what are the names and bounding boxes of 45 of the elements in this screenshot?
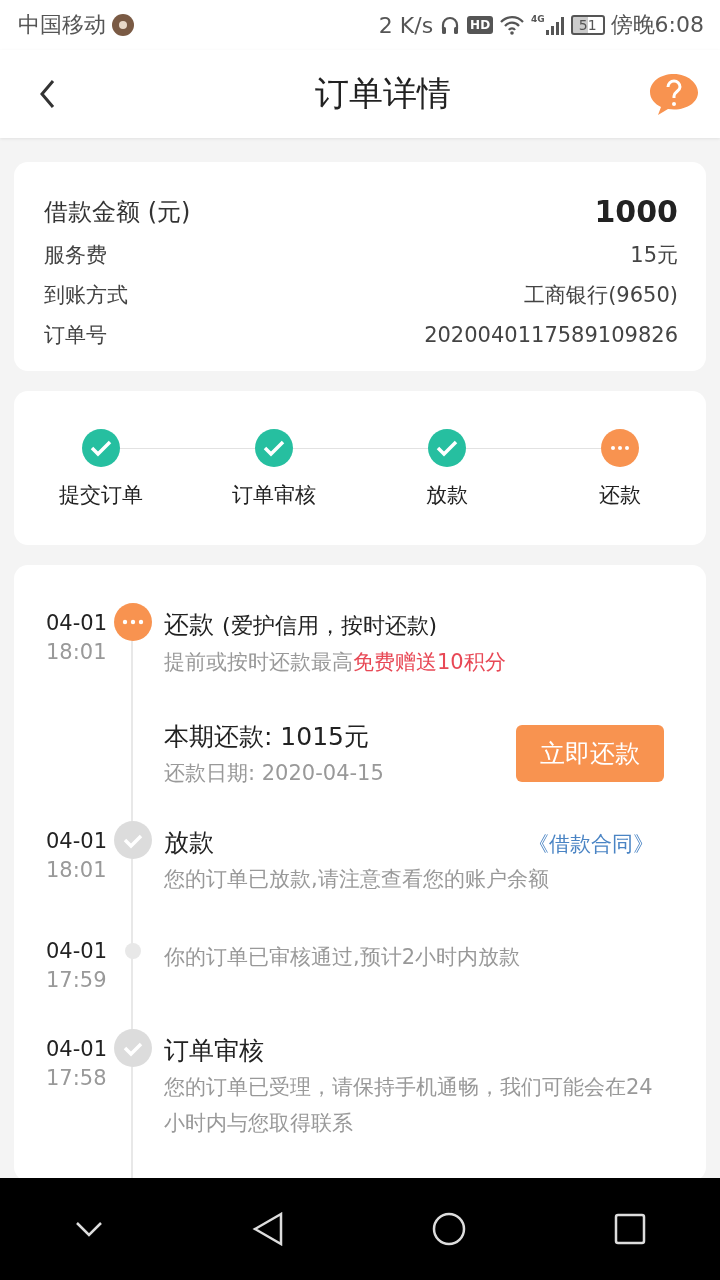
step-label: 放款 xyxy=(425,482,468,509)
detail-label: 订单号 xyxy=(44,322,107,349)
due-date: 还款日期: 2020-04-15 xyxy=(164,760,384,787)
network-type: 4G xyxy=(531,14,545,24)
event-description: 提前或按时还款最高免费赠送10积分 xyxy=(164,649,507,676)
event-description: 你的订单已审核通过,预计2小时内放款 xyxy=(164,944,522,971)
event-time: 18:01 xyxy=(46,639,108,666)
repay-button[interactable]: 立即还款 xyxy=(516,725,664,782)
event-title: 还款 xyxy=(164,609,214,641)
event-date: 04-01 xyxy=(46,938,109,965)
detail-label: 到账方式 xyxy=(44,282,128,309)
event-time: 17:59 xyxy=(46,967,108,994)
event-description: 您的订单已放款,请注意查看您的账户余额 xyxy=(164,866,550,893)
detail-value: 15元 xyxy=(630,242,678,269)
page-title: 订单详情 xyxy=(315,72,451,115)
back-icon[interactable] xyxy=(252,1212,284,1246)
chevron-down-icon[interactable] xyxy=(74,1219,104,1239)
event-description: 您的订单已受理，请保持手机通畅，我们可能会在24小时内与您取得联系 xyxy=(164,1074,654,1137)
event-time: 17:58 xyxy=(46,1065,108,1092)
event-note: (爱护信用，按时还款) xyxy=(222,612,438,640)
event-time: 18:01 xyxy=(46,857,108,884)
clock-time: 傍晚6:08 xyxy=(610,11,704,39)
hd-badge: HD xyxy=(467,16,494,34)
battery-level: 51 xyxy=(570,15,605,35)
step-label: 订单审核 xyxy=(231,482,316,509)
step-label: 提交订单 xyxy=(58,482,143,509)
contract-link[interactable]: 《借款合同》 xyxy=(528,830,654,858)
event-title: 放款 xyxy=(164,827,214,859)
network-speed: 2 K/s xyxy=(378,12,434,38)
step-label: 还款 xyxy=(598,482,641,509)
detail-value: 2020040117589109826 xyxy=(424,323,678,347)
detail-value: 工商银行(9650) xyxy=(524,282,678,309)
wifi-icon xyxy=(499,14,526,36)
detail-label: 服务费 xyxy=(44,242,107,269)
event-date: 04-01 xyxy=(46,1036,109,1063)
event-date: 04-01 xyxy=(46,828,109,855)
loan-amount: 1000 xyxy=(594,194,678,229)
carrier-name: 中国移动 xyxy=(18,11,106,39)
repayment-amount: 本期还款: 1015元 xyxy=(164,721,370,753)
event-date: 04-01 xyxy=(46,610,109,637)
signal-icon xyxy=(544,14,565,36)
amount-label: 借款金额 (元) xyxy=(44,196,191,228)
home-icon[interactable] xyxy=(432,1212,466,1246)
event-title: 订单审核 xyxy=(164,1035,264,1067)
recents-icon[interactable] xyxy=(614,1213,646,1245)
